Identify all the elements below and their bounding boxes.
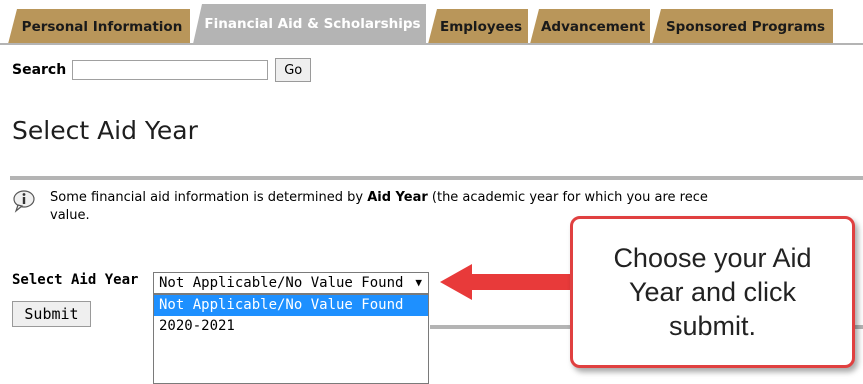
submit-button[interactable]: Submit — [12, 301, 91, 327]
callout-text: Choose your Aid Year and click submit. — [613, 243, 812, 341]
aid-year-label: Select Aid Year — [12, 272, 139, 288]
arrow-icon — [440, 264, 576, 300]
aid-year-option[interactable]: 2020-2021 — [154, 316, 428, 337]
aid-year-option[interactable]: Not Applicable/No Value Found — [154, 295, 428, 316]
page-title: Select Aid Year — [12, 116, 198, 145]
info-text-after: (the academic year for which you are rec… — [427, 190, 708, 205]
tab-bar: Personal Information Financial Aid & Sch… — [0, 0, 863, 45]
tab-sponsored-programs[interactable]: Sponsored Programs — [652, 9, 833, 44]
aid-year-select[interactable]: Not Applicable/No Value Found ▼ — [153, 272, 429, 294]
info-line-1: Some financial aid information is determ… — [50, 189, 863, 207]
go-button[interactable]: Go — [275, 58, 312, 82]
aid-year-selected-value: Not Applicable/No Value Found — [159, 275, 404, 291]
search-label: Search — [12, 62, 67, 78]
tab-employees[interactable]: Employees — [428, 9, 528, 44]
info-text-before: Some financial aid information is determ… — [50, 190, 368, 205]
search-input[interactable] — [72, 60, 269, 80]
tab-underline — [0, 43, 863, 45]
info-text-bold: Aid Year — [367, 190, 428, 205]
dropdown-arrow-icon: ▼ — [415, 276, 422, 289]
search-bar: Search Go — [12, 58, 312, 82]
callout-box: Choose your Aid Year and click submit. — [570, 216, 855, 368]
info-icon — [13, 190, 35, 213]
divider — [10, 176, 863, 180]
aid-year-dropdown-list: Not Applicable/No Value Found 2020-2021 — [153, 294, 429, 384]
tab-personal-information[interactable]: Personal Information — [8, 9, 190, 44]
tab-financial-aid[interactable]: Financial Aid & Scholarships — [193, 4, 426, 44]
tab-advancement[interactable]: Advancement — [530, 9, 650, 44]
